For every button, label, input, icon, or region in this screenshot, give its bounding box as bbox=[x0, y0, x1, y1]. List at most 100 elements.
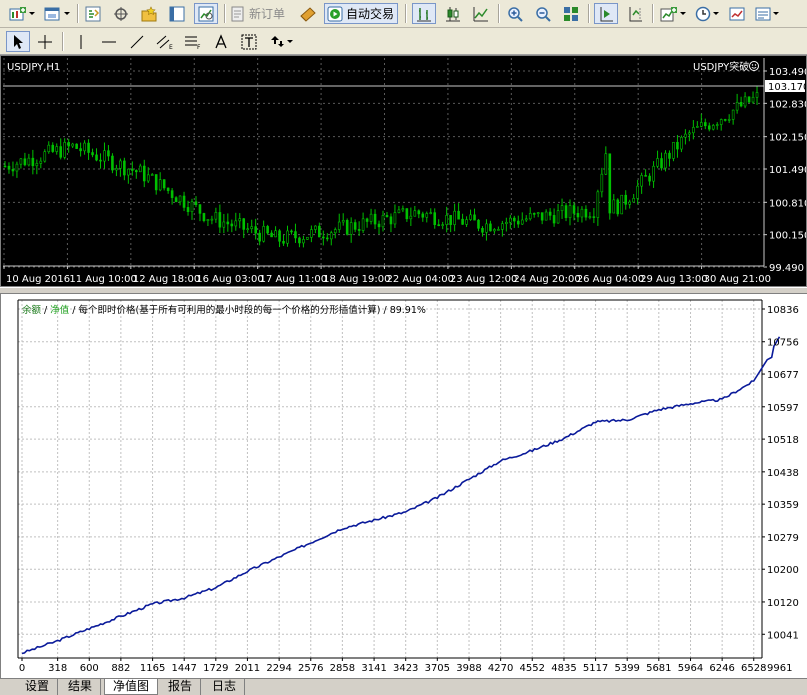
templates-button[interactable] bbox=[726, 3, 748, 24]
fibonacci-button[interactable]: F bbox=[182, 31, 204, 52]
candle-body bbox=[652, 165, 655, 182]
candle-body bbox=[584, 208, 588, 218]
smiley-icon[interactable] bbox=[749, 61, 759, 71]
meta-editor-button[interactable] bbox=[297, 3, 319, 24]
crosshair-tool-button[interactable] bbox=[34, 31, 56, 52]
price-candles bbox=[3, 86, 759, 248]
candle-body bbox=[302, 239, 305, 244]
data-window-button[interactable] bbox=[110, 3, 132, 24]
candle-body bbox=[556, 210, 560, 224]
candlestick-button[interactable] bbox=[442, 3, 464, 24]
strategy-tester-button[interactable] bbox=[194, 3, 218, 24]
auto-scroll-button[interactable] bbox=[594, 3, 618, 24]
indicators-icon bbox=[660, 6, 677, 21]
trade-tick-label: 3141 bbox=[361, 663, 386, 674]
new-order-button[interactable]: 新订单 bbox=[230, 3, 292, 24]
candle-body bbox=[51, 144, 55, 152]
tile-windows-icon bbox=[564, 6, 578, 21]
candle-body bbox=[755, 92, 759, 98]
candle-body bbox=[170, 190, 174, 198]
drawing-toolbar: E F bbox=[0, 28, 807, 55]
equity-tick-label: 10597 bbox=[767, 403, 799, 414]
tab-journal[interactable]: 日志 bbox=[204, 679, 246, 695]
time-tick-label: 18 Aug 19:00 bbox=[323, 274, 390, 285]
time-tick-label: 12 Aug 18:00 bbox=[133, 274, 200, 285]
candle-body bbox=[369, 213, 373, 222]
candle-body bbox=[11, 169, 15, 172]
text-label-icon bbox=[241, 34, 257, 49]
bar-chart-button[interactable] bbox=[412, 3, 436, 24]
candle-body bbox=[532, 213, 536, 215]
terminal-button[interactable] bbox=[166, 3, 188, 24]
candle-body bbox=[318, 225, 321, 238]
market-watch-button[interactable] bbox=[82, 3, 104, 24]
main-toolbar: 新订单 自动交易 bbox=[0, 0, 807, 28]
candle-body bbox=[437, 224, 441, 226]
candle-body bbox=[516, 220, 520, 225]
candle-body bbox=[616, 199, 620, 215]
tile-windows-button[interactable] bbox=[560, 3, 582, 24]
chevron-down-icon bbox=[64, 12, 70, 15]
crosshair-icon bbox=[38, 34, 52, 49]
candle-body bbox=[417, 210, 421, 215]
candle-body bbox=[154, 174, 158, 191]
candle-body bbox=[604, 153, 608, 175]
candle-body bbox=[497, 229, 500, 231]
equity-chart[interactable]: 余额 / 净值 / 每个即时价格(基于所有可利用的最小时段的每一个价格的分形插值… bbox=[0, 294, 807, 678]
candle-body bbox=[596, 191, 600, 218]
equity-tick-label: 10518 bbox=[767, 435, 799, 446]
trendline-button[interactable] bbox=[126, 31, 148, 52]
candle-body bbox=[230, 223, 234, 227]
tab-results[interactable]: 结果 bbox=[60, 679, 102, 695]
horizontal-line-button[interactable] bbox=[98, 31, 120, 52]
equidistant-channel-button[interactable]: E bbox=[154, 31, 176, 52]
zoom-in-button[interactable] bbox=[504, 3, 526, 24]
candle-body bbox=[178, 195, 182, 203]
zoom-out-button[interactable] bbox=[532, 3, 554, 24]
price-tick-label: 99.490 bbox=[769, 263, 804, 274]
new-chart-button[interactable] bbox=[6, 3, 38, 24]
price-tick-label: 102.830 bbox=[769, 99, 806, 110]
profiles-button[interactable] bbox=[42, 3, 72, 24]
line-chart-button[interactable] bbox=[470, 3, 492, 24]
tab-equity-graph[interactable]: 净值图 bbox=[104, 679, 159, 695]
text-tool-button[interactable] bbox=[210, 31, 232, 52]
candle-body bbox=[341, 220, 345, 223]
candle-body bbox=[333, 229, 337, 234]
channel-icon: E bbox=[156, 35, 173, 50]
indicators-button[interactable] bbox=[658, 3, 688, 24]
candle-body bbox=[19, 158, 23, 165]
candle-body bbox=[676, 141, 679, 150]
legend-balance: 余额 bbox=[22, 304, 42, 316]
vertical-line-button[interactable] bbox=[70, 31, 92, 52]
market-watch-icon bbox=[85, 6, 101, 21]
candle-body bbox=[254, 226, 257, 234]
cursor-tool-button[interactable] bbox=[6, 31, 30, 52]
candle-body bbox=[353, 222, 357, 230]
navigator-button[interactable] bbox=[138, 3, 160, 24]
candle-body bbox=[206, 219, 210, 221]
candle-body bbox=[182, 195, 186, 208]
chart-splitter[interactable] bbox=[0, 287, 807, 294]
candle-body bbox=[238, 218, 242, 222]
price-chart-canvas: USDJPY,H1 USDJPY突破 103.170 103.490 102.83… bbox=[3, 58, 806, 285]
tab-settings[interactable]: 设置 bbox=[17, 679, 59, 695]
time-tick-label: 11 Aug 10:00 bbox=[69, 274, 136, 285]
periods-button[interactable] bbox=[692, 3, 722, 24]
text-label-button[interactable] bbox=[238, 31, 260, 52]
candle-body bbox=[473, 214, 476, 221]
arrows-menu-button[interactable] bbox=[266, 31, 296, 52]
options-button[interactable] bbox=[752, 3, 782, 24]
auto-trading-button[interactable]: 自动交易 bbox=[324, 3, 398, 24]
chart-shift-button[interactable] bbox=[624, 3, 646, 24]
tab-report[interactable]: 报告 bbox=[160, 679, 202, 695]
candle-body bbox=[162, 179, 166, 189]
candle-body bbox=[457, 210, 460, 220]
candle-body bbox=[592, 216, 596, 218]
candle-body bbox=[278, 230, 281, 242]
candle-body bbox=[560, 205, 564, 212]
candle-body bbox=[23, 158, 27, 166]
price-chart[interactable]: USDJPY,H1 USDJPY突破 103.170 103.490 102.83… bbox=[0, 55, 807, 287]
equity-tick-label: 10756 bbox=[767, 338, 799, 349]
candle-body bbox=[385, 215, 389, 218]
